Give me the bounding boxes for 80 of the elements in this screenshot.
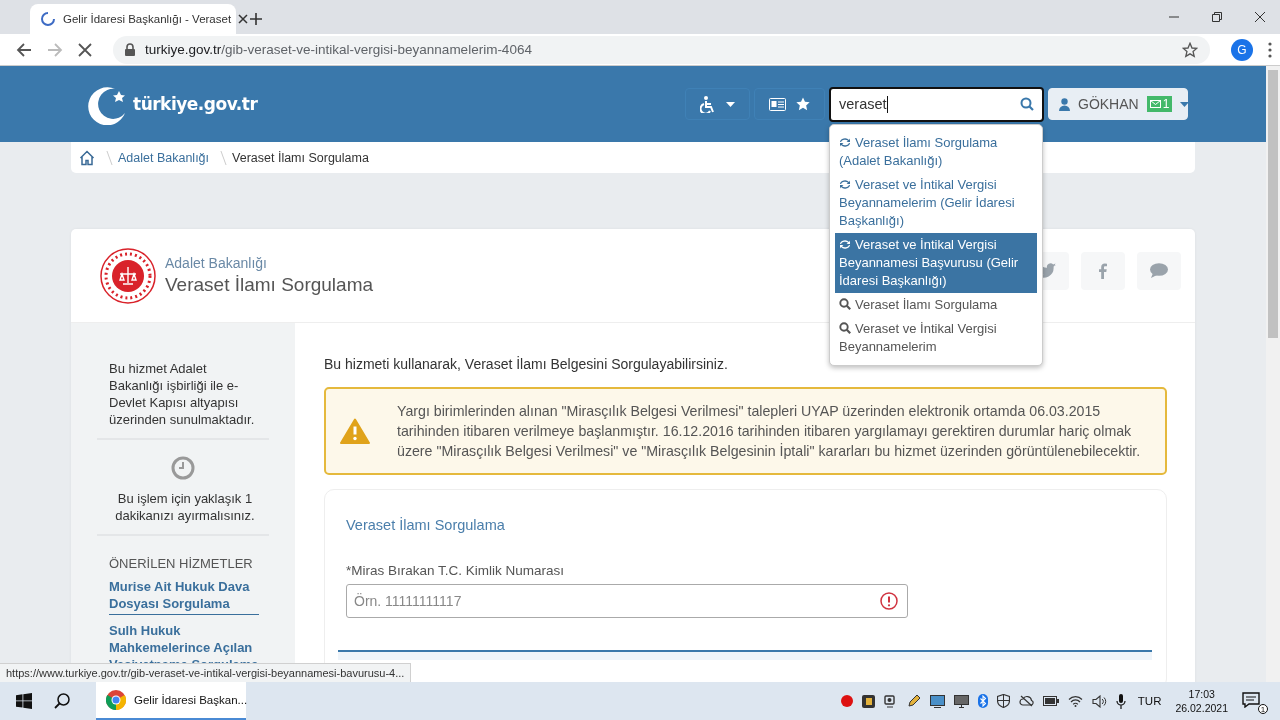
windows-start-icon[interactable] xyxy=(16,693,32,709)
more-menu-icon[interactable] xyxy=(1268,41,1272,58)
form-title: Veraset İlamı Sorgulama xyxy=(346,517,506,533)
close-icon[interactable] xyxy=(1255,12,1265,22)
search-icon xyxy=(839,297,851,310)
back-arrow-icon[interactable] xyxy=(16,41,32,58)
wifi-icon[interactable] xyxy=(1067,695,1083,707)
input-language[interactable]: TUR xyxy=(1137,695,1162,707)
suggestion-item[interactable]: Veraset İlamı Sorgulama (Adalet Bakanlığı) xyxy=(835,130,1037,173)
loading-spinner-icon xyxy=(40,11,56,27)
suggestion-item[interactable]: Veraset ve İntikal Vergisi Beyannamelerim xyxy=(835,316,1037,359)
breadcrumb-link[interactable]: Veraset İlamı Sorgulama xyxy=(232,150,369,165)
warning-icon xyxy=(340,418,370,444)
shield-icon[interactable] xyxy=(996,694,1010,708)
microphone-icon[interactable] xyxy=(1115,693,1126,709)
cloud-off-icon[interactable] xyxy=(1018,695,1034,707)
speech-bubble-icon xyxy=(1150,263,1168,278)
home-icon[interactable] xyxy=(79,149,95,166)
breadcrumb-link[interactable]: Adalet Bakanlığı xyxy=(118,150,210,165)
webcam-tray-icon[interactable] xyxy=(883,694,898,708)
id-number-field[interactable]: Örn. 11111111117 xyxy=(346,584,908,618)
wheelchair-icon xyxy=(700,95,716,113)
bluetooth-icon[interactable] xyxy=(977,694,988,708)
agency-name[interactable]: Adalet Bakanlığı xyxy=(165,255,374,271)
forward-arrow-icon xyxy=(47,41,63,58)
notification-count-badge: 1 xyxy=(1258,704,1268,714)
clock-icon xyxy=(171,456,195,480)
service-info-text: Bu hizmet Adalet Bakanlığı işbirliği ile e-Devlet Kapısı altyapısı üzerinden sunulmaktadır. xyxy=(109,360,256,428)
system-clock[interactable]: 17:03 26.02.2021 xyxy=(1175,687,1228,715)
caret-icon xyxy=(726,101,735,107)
suggestion-item[interactable]: Veraset ve İntikal Vergisi Beyannamesi Başvurusu (Gelir İdaresi Başkanlığı) xyxy=(835,232,1037,293)
comment-button[interactable] xyxy=(1137,251,1181,290)
intro-text: Bu hizmeti kullanarak, Veraset İlamı Belgesini Sorgulayabilirsiniz. xyxy=(324,356,729,372)
search-icon xyxy=(839,321,851,334)
lock-icon xyxy=(125,43,135,56)
battery-icon[interactable] xyxy=(1042,696,1059,706)
warning-text: Yargı birimlerinden alınan "Mirasçılık Belgesi Verilmesi" talepleri UYAP üzerinden elektronik ortamda 06.03.2015 tarihinden itibaren verilmeye başlanmıştır. 16.12.2016 tarihinden itibaren yargılamayı gerektiren durumlar hariç olmak üzere "Mirasçılık Belgesi Verilmesi" ve "Mirasçılık Belgesinin İptali" kararları bu hizmet üzerinden görüntülenebilecektir. xyxy=(397,402,1142,461)
close-icon[interactable] xyxy=(238,14,249,24)
facebook-share-button[interactable] xyxy=(1081,251,1125,290)
suggestion-item[interactable]: Veraset ve İntikal Vergisi Beyannamelerim (Gelir İdaresi Başkanlığı) xyxy=(835,172,1037,233)
user-name: GÖKHAN xyxy=(1078,96,1139,112)
speaker-icon[interactable] xyxy=(1091,694,1107,708)
caret-icon xyxy=(1180,101,1190,107)
logo-wordmark[interactable]: türkiye.gov.tr xyxy=(133,94,258,114)
stop-icon[interactable] xyxy=(78,42,92,57)
scrollbar[interactable] xyxy=(1266,66,1280,682)
facebook-icon xyxy=(1099,262,1107,279)
notification-icon[interactable] xyxy=(1242,692,1260,708)
search-icon[interactable] xyxy=(54,693,70,709)
field-label: *Miras Bırakan T.C. Kimlik Numarası xyxy=(346,563,566,578)
recommended-service-link[interactable]: Murise Ait Hukuk Dava Dosyası Sorgulama xyxy=(109,578,259,615)
user-menu-button[interactable]: GÖKHAN 1 xyxy=(1048,88,1188,120)
id-card-button[interactable] xyxy=(754,88,825,120)
id-card-icon xyxy=(769,97,786,111)
display-tray-icon[interactable] xyxy=(953,694,969,708)
record-icon[interactable] xyxy=(840,695,853,707)
accessibility-button[interactable] xyxy=(685,88,750,120)
search-field[interactable]: veraset xyxy=(829,86,1044,122)
section-heading: ÖNERİLEN HİZMETLER xyxy=(109,556,254,571)
app-tray-icon[interactable] xyxy=(861,694,875,708)
service-title: Veraset İlamı Sorgulama xyxy=(165,274,374,296)
restore-icon[interactable] xyxy=(1212,12,1222,22)
new-tab-icon[interactable] xyxy=(250,13,262,25)
chrome-icon xyxy=(106,690,126,710)
address-bar[interactable]: turkiye.gov.tr/gib-veraset-ve-intikal-vergisi-beyannamelerim-4064 xyxy=(113,35,1210,64)
refresh-icon xyxy=(839,136,851,148)
emblem-icon xyxy=(100,247,156,304)
bookmark-star-icon[interactable] xyxy=(1182,41,1198,58)
taskbar-app[interactable]: Gelir İdaresi Başkan... xyxy=(96,682,246,720)
refresh-icon xyxy=(839,238,851,250)
pencil-tray-icon[interactable] xyxy=(906,694,921,708)
star-icon xyxy=(796,97,810,111)
refresh-icon xyxy=(839,178,851,190)
duration-text: Bu işlem için yaklaşık 1 dakikanızı ayırmalısınız. xyxy=(114,490,256,524)
suggestion-item[interactable]: Veraset İlamı Sorgulama xyxy=(835,292,1037,317)
link-preview-tooltip: https://www.turkiye.gov.tr/gib-veraset-ve-intikal-vergisi-beyannamesi-bavurusu-4... xyxy=(0,663,412,682)
monitor-tray-icon[interactable] xyxy=(929,694,945,708)
envelope-icon xyxy=(1149,100,1161,108)
user-icon xyxy=(1059,97,1070,111)
profile-avatar[interactable]: G xyxy=(1231,38,1253,61)
